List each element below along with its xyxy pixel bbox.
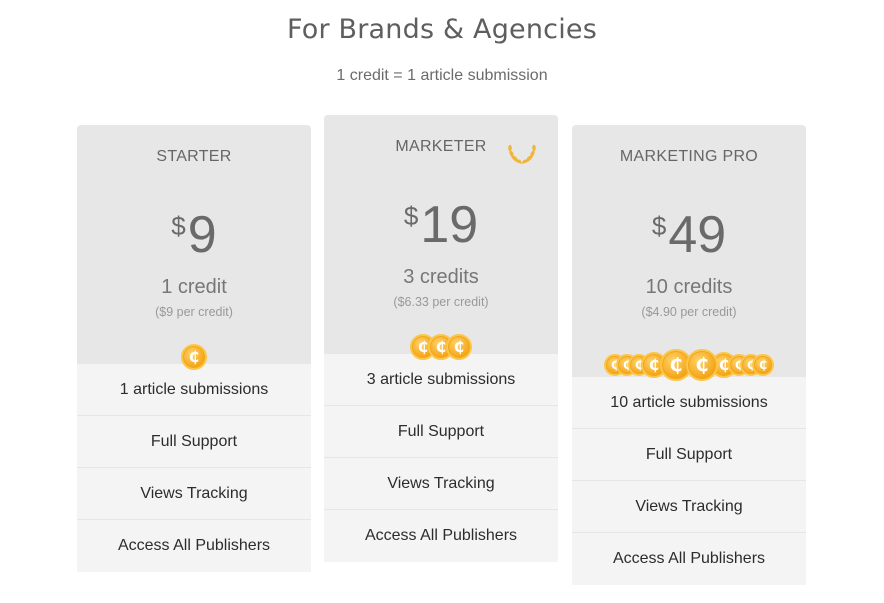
credit-coin-icon: ₵ — [752, 354, 774, 376]
feature-item: Views Tracking — [572, 481, 806, 533]
credit-coin-icon: ₵ — [181, 344, 207, 370]
credit-coin-icon: ₵ — [686, 349, 718, 381]
plan-card-marketing-pro[interactable]: MARKETING PRO $49 10 credits ($4.90 per … — [572, 125, 806, 585]
feature-item: Access All Publishers — [572, 533, 806, 585]
feature-item: 3 article submissions — [324, 354, 558, 406]
credit-coin-icon: ₵ — [446, 334, 472, 360]
feature-item: Views Tracking — [324, 458, 558, 510]
price-amount: 19 — [420, 196, 479, 254]
feature-item: 1 article submissions — [77, 364, 311, 416]
currency-symbol: $ — [403, 201, 419, 231]
price-per-credit: ($6.33 per credit) — [393, 295, 489, 309]
plan-credits: 1 credit — [161, 276, 227, 298]
plan-name: STARTER — [156, 148, 232, 165]
feature-item: Access All Publishers — [77, 520, 311, 572]
feature-item: 10 article submissions — [572, 377, 806, 429]
plan-price: $9 — [77, 205, 311, 265]
feature-item: Access All Publishers — [324, 510, 558, 562]
plan-credits: 10 credits — [645, 276, 733, 298]
price-per-credit: ($9 per credit) — [155, 305, 233, 319]
price-per-credit: ($4.90 per credit) — [641, 305, 737, 319]
feature-item: Full Support — [572, 429, 806, 481]
coin-stack: ₵ ₵ ₵ ₵ ₵ ₵ ₵ ₵ ₵ ₵ — [572, 349, 806, 381]
feature-list: 1 article submissions Full Support Views… — [77, 364, 311, 572]
price-amount: 9 — [187, 206, 217, 264]
plan-card-marketer[interactable]: MARKETER $19 3 credits ($6.33 per credit… — [324, 115, 558, 562]
feature-list: 3 article submissions Full Support Views… — [324, 354, 558, 562]
feature-list: 10 article submissions Full Support View… — [572, 377, 806, 585]
plan-card-starter[interactable]: STARTER $9 1 credit ($9 per credit) ₵ 1 … — [77, 125, 311, 572]
currency-symbol: $ — [651, 211, 667, 241]
price-amount: 49 — [668, 206, 727, 264]
plan-credits: 3 credits — [403, 266, 479, 288]
plan-price: $19 — [324, 195, 558, 255]
plan-price: $49 — [572, 205, 806, 265]
page-subtitle: 1 credit = 1 article submission — [336, 67, 548, 84]
feature-item: Full Support — [324, 406, 558, 458]
plan-name: MARKETING PRO — [619, 148, 759, 165]
feature-item: Views Tracking — [77, 468, 311, 520]
page-title: For Brands & Agencies — [286, 14, 598, 45]
feature-item: Full Support — [77, 416, 311, 468]
coin-stack: ₵ ₵ ₵ — [324, 334, 558, 360]
laurel-wreath-icon — [508, 144, 536, 164]
coin-stack: ₵ — [77, 344, 311, 370]
currency-symbol: $ — [171, 211, 186, 241]
